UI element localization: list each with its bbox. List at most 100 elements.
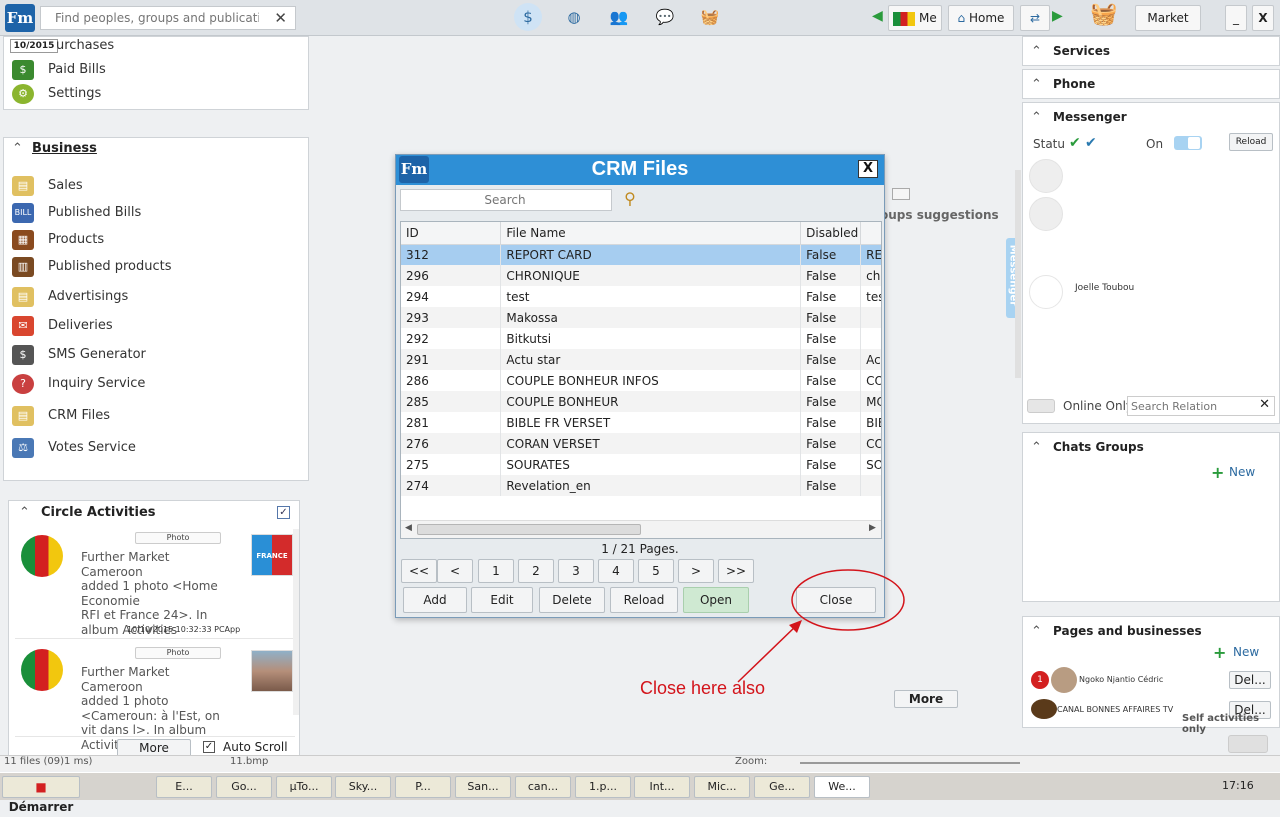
search-clear-icon[interactable]: ✕ (274, 9, 287, 27)
menu-item-purchases[interactable]: urchases (56, 35, 114, 57)
table-row[interactable]: 312REPORT CARDFalseREI (401, 244, 881, 265)
plus-icon[interactable]: + (1213, 643, 1226, 662)
minimize-button[interactable]: _ (1225, 5, 1247, 31)
delete-button[interactable]: Delete (539, 587, 605, 613)
me-button[interactable]: Me (888, 5, 942, 31)
menu-item-sms-generator[interactable]: $ SMS Generator (12, 344, 146, 366)
activities-scrollbar[interactable] (293, 529, 299, 715)
taskbar-item[interactable]: Int... (634, 776, 690, 798)
collapse-icon[interactable]: ⌃ (12, 141, 23, 156)
right-scrollbar[interactable] (1015, 170, 1021, 378)
table-row[interactable]: 276CORAN VERSETFalseCO (401, 433, 881, 454)
chat-icon[interactable]: 💬 (651, 3, 679, 31)
table-row[interactable]: 275 SOURATES False SO (401, 454, 881, 475)
sync-button[interactable]: ⇄ (1020, 5, 1050, 31)
taskbar-item[interactable]: Mic... (694, 776, 750, 798)
activity-thumbnail[interactable]: FRANCE 24 (251, 534, 293, 602)
availability-icon[interactable]: ✔ (1085, 135, 1097, 151)
basket-icon[interactable]: 🧺 (696, 3, 724, 31)
add-button[interactable]: Add (403, 587, 467, 613)
collapse-icon[interactable]: ⌃ (1031, 77, 1042, 92)
page-4-button[interactable]: 4 (598, 559, 634, 583)
collapse-icon[interactable]: ⌃ (1031, 110, 1042, 125)
menu-item-crm-files[interactable]: ▤ CRM Files (12, 405, 110, 427)
taskbar-item[interactable]: San... (455, 776, 511, 798)
page-3-button[interactable]: 3 (558, 559, 594, 583)
messenger-title[interactable]: Messenger (1053, 110, 1127, 124)
scroll-right-icon[interactable]: ▶ (869, 523, 876, 533)
page-2-button[interactable]: 2 (518, 559, 554, 583)
market-basket-icon[interactable]: 🧺 (1088, 2, 1120, 32)
circle-activities-checkbox[interactable]: ✓ (277, 506, 290, 519)
column-header-id[interactable]: ID (401, 222, 502, 245)
phone-title[interactable]: Phone (1053, 77, 1095, 91)
author-avatar[interactable] (21, 535, 63, 577)
delete-page-button[interactable]: Del... (1229, 671, 1271, 689)
menu-item-votes-service[interactable]: ⚖ Votes Service (12, 437, 136, 459)
horizontal-scrollbar[interactable]: ◀ ▶ (401, 520, 881, 538)
taskbar-item[interactable]: can... (515, 776, 571, 798)
page-avatar[interactable] (1051, 667, 1077, 693)
activity-item[interactable]: Photo Further Market Cameroon added 1 ph… (15, 645, 295, 752)
taskbar-item[interactable]: Ge... (754, 776, 810, 798)
new-chat-group-link[interactable]: New (1229, 465, 1255, 479)
scrollbar-thumb[interactable] (417, 524, 641, 535)
menu-item-inquiry-service[interactable]: ? Inquiry Service (12, 373, 145, 395)
online-only-toggle[interactable] (1027, 399, 1055, 413)
new-page-link[interactable]: New (1233, 645, 1259, 659)
page-name[interactable]: CANAL BONNES AFFAIRES TV (1057, 705, 1173, 714)
plus-icon[interactable]: + (1211, 463, 1224, 482)
menu-item-settings[interactable]: ⚙ Settings (12, 83, 101, 105)
forward-arrow-icon[interactable]: ▶ (1052, 8, 1063, 24)
page-name[interactable]: Ngoko Njantio Cédric (1079, 675, 1163, 684)
table-row[interactable]: 285COUPLE BONHEURFalseMC (401, 391, 881, 412)
menu-item-published-products[interactable]: ▥ Published products (12, 256, 172, 278)
first-page-button[interactable]: << (401, 559, 437, 583)
scroll-left-icon[interactable]: ◀ (405, 523, 412, 533)
taskbar-item[interactable]: Go... (216, 776, 272, 798)
taskbar-item[interactable]: We... (814, 776, 870, 798)
table-row[interactable]: 293 Makossa False (401, 307, 881, 328)
pages-businesses-title[interactable]: Pages and businesses (1053, 624, 1202, 638)
page-5-button[interactable]: 5 (638, 559, 674, 583)
contact-avatar[interactable] (1029, 159, 1063, 193)
auto-scroll-checkbox[interactable]: ✓ (203, 741, 215, 753)
taskbar-item[interactable]: µTo... (276, 776, 332, 798)
edit-button[interactable]: Edit (471, 587, 533, 613)
menu-item-published-bills[interactable]: BILL Published Bills (12, 202, 141, 224)
search-relation-input[interactable] (1128, 397, 1254, 415)
search-relation-clear-icon[interactable]: ✕ (1259, 397, 1270, 412)
taskbar-item[interactable]: E... (156, 776, 212, 798)
market-button[interactable]: Market (1135, 5, 1201, 31)
collapse-icon[interactable]: ⌃ (19, 505, 30, 520)
table-row[interactable]: 281BIBLE FR VERSETFalseBIB (401, 412, 881, 433)
search-icon[interactable]: ⚲ (618, 189, 642, 211)
activity-item[interactable]: Photo Further Market Cameroon added 1 ph… (15, 529, 295, 639)
dialog-close-x-button[interactable]: X (858, 160, 878, 178)
activity-thumbnail[interactable] (251, 650, 293, 692)
page-avatar[interactable] (1031, 699, 1057, 719)
business-title[interactable]: Business (32, 141, 97, 156)
messenger-reload-button[interactable]: Reload (1229, 133, 1273, 151)
dialog-search-input[interactable] (401, 190, 609, 210)
taskbar-item[interactable]: Sky... (335, 776, 391, 798)
contact-avatar[interactable] (1029, 275, 1063, 309)
self-activities-toggle[interactable] (1228, 735, 1268, 753)
collapse-icon[interactable]: ⌃ (1031, 44, 1042, 59)
people-icon[interactable]: 👥 (605, 3, 633, 31)
collapse-icon[interactable]: ⌃ (1031, 440, 1042, 455)
start-button[interactable]: ■ Démarrer (2, 776, 80, 814)
online-status-icon[interactable]: ✔ (1069, 135, 1081, 151)
contact-avatar[interactable] (1029, 197, 1063, 231)
reload-button[interactable]: Reload (610, 587, 678, 613)
table-row[interactable]: 296CHRONIQUEFalsechr (401, 265, 881, 286)
menu-item-sales[interactable]: ▤ Sales (12, 175, 83, 197)
column-header-extra[interactable] (860, 222, 881, 245)
services-title[interactable]: Services (1053, 44, 1110, 58)
chats-groups-title[interactable]: Chats Groups (1053, 440, 1144, 454)
table-row[interactable]: 291Actu starFalseAct (401, 349, 881, 370)
status-toggle[interactable] (1174, 136, 1202, 150)
home-button[interactable]: ⌂ Home (948, 5, 1014, 31)
menu-item-paid-bills[interactable]: $ Paid Bills (12, 59, 106, 81)
taskbar-item[interactable]: 1.p... (575, 776, 631, 798)
